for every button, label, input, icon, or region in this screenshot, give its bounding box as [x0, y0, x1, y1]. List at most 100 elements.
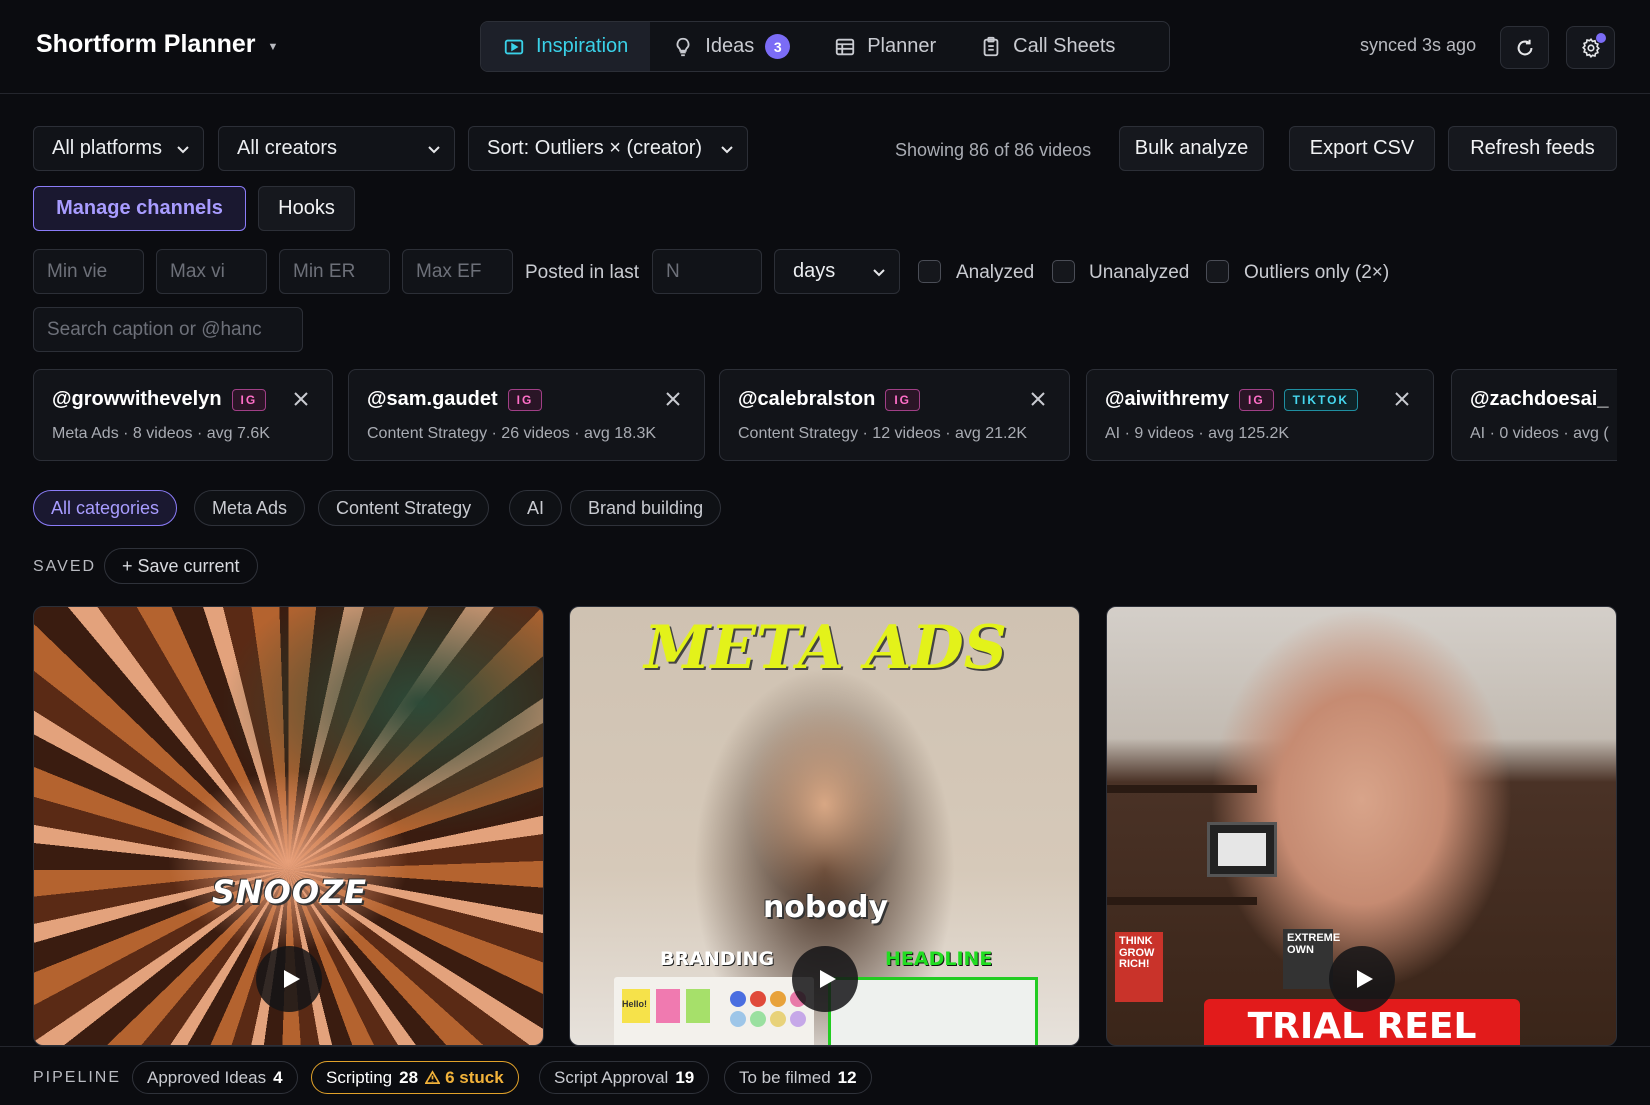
play-icon: [283, 970, 300, 988]
pipeline-stage-script-approval[interactable]: Script Approval 19: [539, 1061, 710, 1094]
manage-channels-button[interactable]: Manage channels: [33, 186, 246, 231]
main-tabs: Inspiration Ideas 3 Planner Call Sheets: [480, 21, 1170, 72]
ideas-count-badge: 3: [765, 34, 791, 59]
channel-card[interactable]: @sam.gaudet IG Content Strategy · 26 vid…: [348, 369, 705, 461]
creator-select[interactable]: All creators: [218, 126, 455, 171]
bulk-analyze-button[interactable]: Bulk analyze: [1119, 126, 1264, 171]
video-card[interactable]: SNOOZE: [33, 606, 544, 1046]
pipeline-stage-scripting[interactable]: Scripting 28 6 stuck: [311, 1061, 519, 1094]
sticky-note: [686, 989, 710, 1023]
table-icon: [836, 38, 855, 55]
stuck-indicator: 6 stuck: [425, 1068, 504, 1088]
analyzed-label: Analyzed: [956, 262, 1035, 283]
tab-call-sheets[interactable]: Call Sheets: [958, 22, 1137, 71]
min-er-input[interactable]: Min ER: [279, 249, 390, 294]
play-square-icon: [504, 39, 524, 54]
platform-tag-ig: IG: [1238, 388, 1274, 411]
color-dots: [730, 991, 806, 1027]
tab-label: Inspiration: [536, 35, 629, 57]
play-icon: [1356, 970, 1373, 988]
channel-handle: @sam.gaudet: [367, 388, 498, 410]
max-er-input[interactable]: Max EF: [402, 249, 513, 294]
analyzed-checkbox[interactable]: [918, 260, 941, 283]
hooks-button[interactable]: Hooks: [258, 186, 355, 231]
pipeline-bar: PIPELINE Approved Ideas 4 Scripting 28 6…: [0, 1046, 1650, 1105]
category-all[interactable]: All categories: [33, 490, 178, 526]
unanalyzed-checkbox[interactable]: [1052, 260, 1075, 283]
unanalyzed-label: Unanalyzed: [1089, 262, 1190, 283]
max-views-input[interactable]: Max vi: [156, 249, 267, 294]
book: THINK GROW RICH!: [1115, 932, 1163, 1002]
sort-select[interactable]: Sort: Outliers × (creator): [468, 126, 748, 171]
saved-label: SAVED: [33, 558, 97, 575]
tab-inspiration[interactable]: Inspiration: [481, 22, 651, 71]
channel-card[interactable]: @calebralston IG Content Strategy · 12 v…: [719, 369, 1070, 461]
refresh-icon: [1517, 39, 1532, 55]
video-card[interactable]: META ADS nobody BRANDING HEADLINE Hello!: [569, 606, 1080, 1046]
settings-button[interactable]: [1566, 26, 1615, 69]
platform-tag-tiktok: TIKTOK: [1283, 388, 1359, 411]
play-button[interactable]: [791, 946, 858, 1012]
close-icon[interactable]: [1393, 390, 1411, 408]
creator-value: All creators: [237, 137, 338, 159]
outliers-only-label: Outliers only (2×): [1244, 262, 1390, 283]
tab-label: Call Sheets: [1013, 35, 1116, 57]
export-csv-button[interactable]: Export CSV: [1289, 126, 1435, 171]
outliers-only-checkbox[interactable]: [1206, 260, 1229, 283]
channel-card[interactable]: @zachdoesai_ AI · 0 videos · avg (: [1451, 369, 1617, 461]
category-ai[interactable]: AI: [509, 490, 563, 526]
days-select[interactable]: days: [774, 249, 900, 294]
platform-select[interactable]: All platforms: [33, 126, 204, 171]
close-icon[interactable]: [664, 390, 682, 408]
channel-meta: Content Strategy · 26 videos · avg 18.3K: [367, 425, 657, 442]
channel-card[interactable]: @growwithevelyn IG Meta Ads · 8 videos ·…: [33, 369, 333, 461]
min-views-input[interactable]: Min vie: [33, 249, 144, 294]
results-count: Showing 86 of 86 videos: [895, 140, 1092, 160]
warning-icon: [425, 1070, 441, 1084]
pipeline-stage-approved-ideas[interactable]: Approved Ideas 4: [132, 1061, 298, 1094]
chevron-down-icon: [428, 145, 440, 153]
refresh-feeds-button[interactable]: Refresh feeds: [1448, 126, 1617, 171]
play-icon: [819, 970, 836, 988]
stage-count: 19: [675, 1067, 695, 1087]
posted-n-input[interactable]: N: [652, 249, 762, 294]
tab-planner[interactable]: Planner: [812, 22, 958, 71]
tab-label: Ideas: [705, 35, 755, 57]
stage-count: 28: [399, 1067, 419, 1087]
channel-handle: @growwithevelyn: [52, 388, 222, 410]
category-brand-building[interactable]: Brand building: [570, 490, 722, 526]
video-overlay-caption: nobody: [762, 890, 889, 925]
platform-tag-ig: IG: [885, 388, 920, 411]
search-input[interactable]: Search caption or @hanc: [33, 307, 303, 352]
play-button[interactable]: [1328, 946, 1395, 1012]
tab-ideas[interactable]: Ideas 3: [650, 22, 812, 71]
play-button[interactable]: [255, 946, 322, 1012]
pipeline-stage-to-be-filmed[interactable]: To be filmed 12: [724, 1061, 872, 1094]
channel-card[interactable]: @aiwithremy IG TIKTOK AI · 9 videos · av…: [1086, 369, 1434, 461]
chevron-down-icon: [177, 145, 189, 153]
refresh-sync-button[interactable]: [1500, 26, 1549, 69]
close-icon[interactable]: [292, 390, 310, 408]
caret-down-icon: ▼: [267, 40, 279, 53]
chevron-down-icon: [873, 268, 885, 276]
app-title: Shortform Planner: [36, 30, 256, 58]
category-content-strategy[interactable]: Content Strategy: [318, 490, 490, 526]
sync-status: synced 3s ago: [1360, 35, 1477, 55]
category-meta-ads[interactable]: Meta Ads: [194, 490, 306, 526]
days-value: days: [793, 260, 836, 282]
book: EXTREME OWN: [1283, 929, 1340, 989]
clipboard-icon: [983, 36, 999, 56]
stage-name: To be filmed: [739, 1067, 831, 1087]
tab-label: Planner: [867, 35, 937, 57]
video-overlay-title: META ADS: [644, 613, 1007, 683]
close-icon[interactable]: [1029, 390, 1047, 408]
sticky-note: Hello!: [622, 989, 650, 1023]
app-title-switcher[interactable]: Shortform Planner ▼: [36, 30, 278, 59]
stage-name: Scripting: [326, 1067, 393, 1087]
save-current-button[interactable]: + Save current: [104, 548, 258, 584]
video-card[interactable]: THINK GROW RICH! EXTREME OWN TRIAL REEL: [1106, 606, 1617, 1046]
video-board-right: [828, 977, 1038, 1045]
certificate-frame: [1207, 822, 1277, 877]
channel-handle: @aiwithremy: [1105, 388, 1229, 410]
stage-count: 4: [273, 1067, 283, 1087]
